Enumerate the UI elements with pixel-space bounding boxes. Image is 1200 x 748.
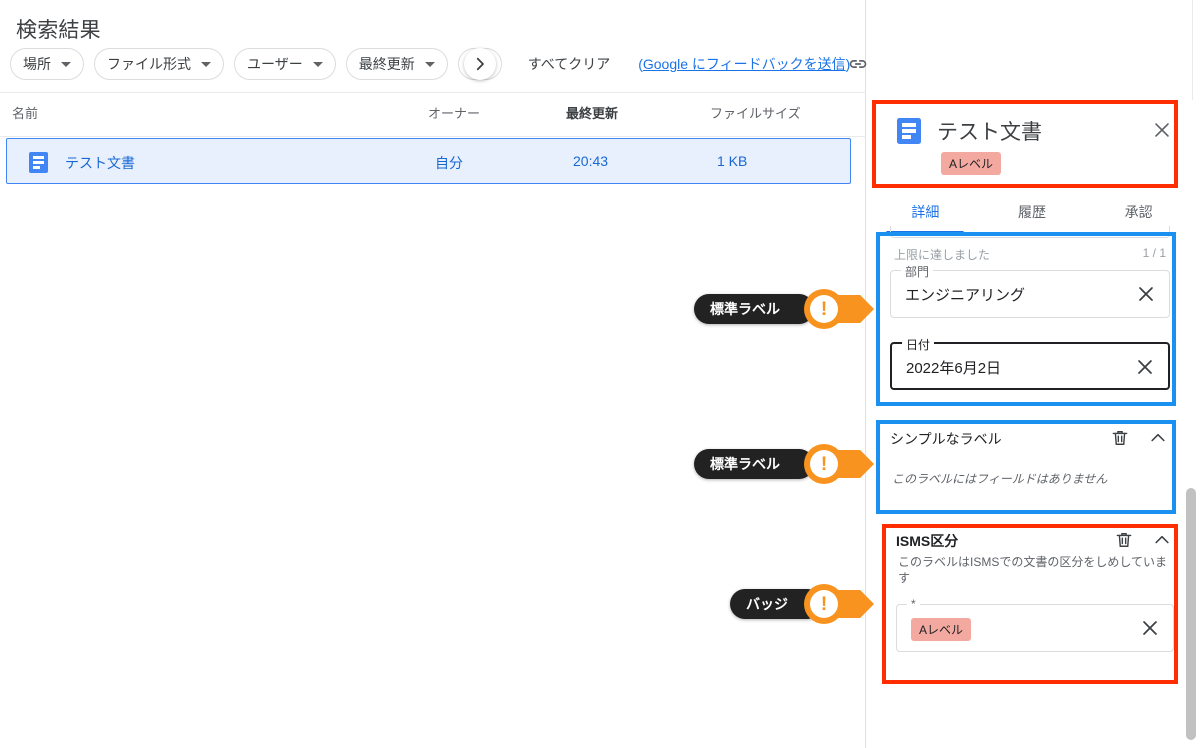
filter-chip-location-label: 場所: [23, 56, 51, 72]
filter-next-button[interactable]: [457, 48, 502, 80]
column-header-modified[interactable]: 最終更新: [566, 103, 618, 122]
chevron-down-icon: [61, 61, 71, 67]
column-header-name[interactable]: 名前: [12, 103, 38, 122]
exclamation-icon: !: [804, 584, 844, 624]
filter-chip-user-label: ユーザー: [247, 56, 303, 72]
isms-classification-field[interactable]: * Aレベル: [896, 597, 1174, 653]
filter-chip-location[interactable]: 場所: [10, 48, 84, 80]
callout-mark-3: !: [810, 590, 838, 618]
filter-chip-filetype[interactable]: ファイル形式: [94, 48, 224, 80]
simple-label-section: シンプルなラベル このラベルにはフィールドはありません: [884, 428, 1176, 487]
send-feedback-link[interactable]: (Google にフィードバックを送信): [638, 54, 850, 74]
callout-badge: バッジ !: [730, 584, 874, 624]
column-header-size[interactable]: ファイルサイズ: [710, 103, 801, 122]
callout-pill-2: 標準ラベル: [694, 449, 814, 479]
table-row-owner: 自分: [435, 155, 463, 171]
table-header-divider: [0, 136, 866, 137]
simple-label-header: シンプルなラベル: [884, 428, 1176, 450]
close-icon[interactable]: [1139, 617, 1163, 641]
file-table-header: 名前 オーナー 最終更新 ファイルサイズ: [0, 103, 866, 131]
details-panel-header: テスト文書 Aレベル: [879, 104, 1185, 182]
document-icon: [897, 118, 921, 144]
field-helper-row: 上限に達しました 1 / 1: [894, 246, 1166, 263]
chevron-up-icon[interactable]: [1148, 428, 1170, 450]
date-field-value: 2022年6月2日: [906, 360, 1002, 377]
isms-label-header: ISMS区分: [890, 530, 1180, 552]
close-icon[interactable]: [1134, 356, 1158, 380]
search-results-main: 検索結果 場所 ファイル形式 ユーザー 最終更新 すべてクリア (Google …: [0, 0, 866, 748]
clipped-field-above: [890, 226, 1170, 238]
trash-icon[interactable]: [1114, 530, 1136, 552]
department-field[interactable]: 部門 エンジニアリング: [890, 263, 1170, 318]
toolbar-divider: [0, 92, 866, 93]
callout-mark-1: !: [810, 295, 838, 323]
chevron-up-icon[interactable]: [1152, 530, 1174, 552]
table-row[interactable]: テスト文書 自分 20:43 1 KB: [6, 138, 851, 184]
date-field[interactable]: 日付 2022年6月2日: [890, 336, 1170, 390]
department-field-legend: 部門: [901, 263, 934, 280]
page-title: 検索結果: [16, 19, 101, 42]
document-icon: [29, 152, 48, 173]
feedback-link-text: Google にフィードバックを送信: [642, 56, 846, 72]
clear-all-button[interactable]: すべてクリア: [528, 54, 610, 74]
callout-pill-1: 標準ラベル: [694, 294, 814, 324]
isms-label-description: このラベルはISMSでの文書の区分をしめしています: [898, 555, 1167, 586]
exclamation-icon: !: [804, 289, 844, 329]
callout-standard-label-1: 標準ラベル !: [694, 289, 874, 329]
isms-classification-badge: Aレベル: [911, 618, 972, 642]
table-row-size: 1 KB: [717, 153, 748, 169]
status-badge: Aレベル: [941, 152, 1002, 175]
callout-standard-label-2: 標準ラベル !: [694, 444, 874, 484]
chevron-down-icon: [312, 61, 323, 67]
isms-label-title: ISMS区分: [896, 533, 959, 549]
simple-label-title: シンプルなラベル: [890, 431, 1002, 447]
isms-classification-legend: *: [907, 597, 920, 612]
chevron-down-icon: [424, 61, 435, 67]
date-field-legend: 日付: [902, 336, 935, 353]
filter-bar: 場所 ファイル形式 ユーザー 最終更新 すべてクリア (Google にフィード…: [10, 48, 850, 80]
simple-label-empty-text: このラベルにはフィールドはありません: [892, 472, 1108, 486]
department-field-value: エンジニアリング: [905, 287, 1026, 304]
filter-chip-filetype-label: ファイル形式: [107, 56, 191, 72]
callout-mark-2: !: [810, 450, 838, 478]
chevron-down-icon: [201, 61, 211, 67]
filter-chip-user[interactable]: ユーザー: [234, 48, 336, 80]
filter-chip-lastmodified[interactable]: 最終更新: [345, 48, 448, 80]
isms-label-section: ISMS区分 このラベルはISMSでの文書の区分をしめしています * Aレベル: [890, 530, 1180, 653]
details-panel-title: テスト文書: [937, 121, 1042, 144]
table-row-name: テスト文書: [65, 155, 135, 171]
chevron-right-icon: [463, 48, 496, 80]
close-icon[interactable]: [1151, 119, 1175, 143]
panel-scrollbar-thumb[interactable]: [1186, 488, 1196, 740]
field-helper-text: 上限に達しました: [894, 248, 991, 262]
field-helper-count: 1 / 1: [1142, 246, 1166, 260]
column-header-owner[interactable]: オーナー: [428, 103, 480, 122]
filter-chip-lastmodified-label: 最終更新: [358, 56, 415, 72]
table-row-modified: 20:43: [573, 153, 609, 169]
trash-icon[interactable]: [1110, 428, 1132, 450]
panel-edge-line: [1192, 0, 1193, 100]
exclamation-icon: !: [804, 444, 844, 484]
close-icon[interactable]: [1135, 283, 1159, 307]
